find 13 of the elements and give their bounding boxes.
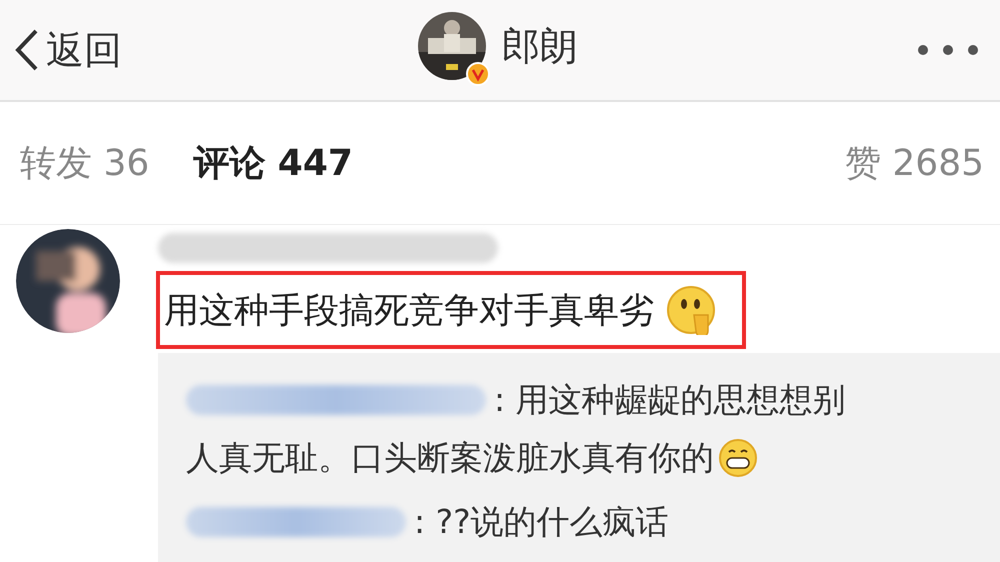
thinking-emoji-icon [666, 285, 716, 335]
tab[interactable]: 转发 36 [20, 138, 150, 188]
reply-text: : ??说的什么疯话 [414, 501, 669, 543]
reply-text: : 用这种龌龊的思想想别 [494, 379, 846, 421]
grinning-emoji-icon [718, 438, 758, 478]
comment-text: 用这种手段搞死竞争对手真卑劣 [164, 290, 654, 332]
reply-text: 人真无耻。口头断案泼脏水真有你的 [186, 437, 714, 479]
more-icon[interactable] [916, 43, 980, 57]
back-button[interactable]: 返回 [14, 24, 122, 76]
tab[interactable]: 评论 447 [193, 138, 353, 188]
tab[interactable]: 赞 2685 [844, 138, 984, 188]
page-title: 郎朗 [502, 22, 578, 70]
chevron-left-icon [14, 28, 40, 72]
